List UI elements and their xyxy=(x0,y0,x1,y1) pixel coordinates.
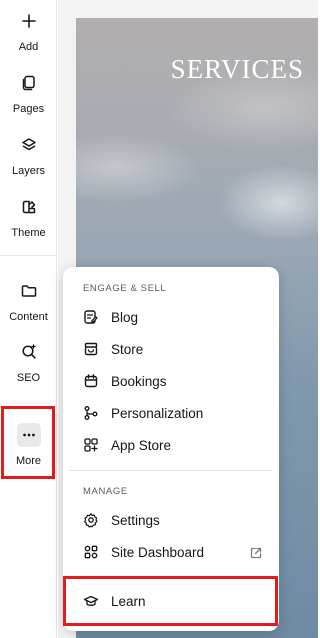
sidebar-item-label: Theme xyxy=(11,227,46,239)
app-store-icon xyxy=(83,437,99,453)
menu-item-settings[interactable]: Settings xyxy=(83,508,263,532)
menu-item-site-dashboard[interactable]: Site Dashboard xyxy=(83,540,263,564)
dashboard-icon xyxy=(83,544,99,560)
sidebar-item-content[interactable]: Content xyxy=(0,282,57,324)
sidebar-item-layers[interactable]: Layers xyxy=(0,136,57,178)
plus-icon xyxy=(20,12,38,35)
menu-divider xyxy=(69,470,272,471)
sidebar-item-seo[interactable]: SEO xyxy=(0,343,57,385)
gear-icon xyxy=(83,512,99,528)
section-title-engage-sell: ENGAGE & SELL xyxy=(83,283,167,294)
menu-item-label: App Store xyxy=(111,437,172,453)
pages-icon xyxy=(20,74,38,97)
sidebar-item-label: Pages xyxy=(12,103,45,115)
layers-icon xyxy=(20,136,38,159)
blog-icon xyxy=(83,309,99,325)
theme-icon xyxy=(20,198,38,221)
menu-item-label: Blog xyxy=(111,309,139,325)
menu-item-label: Bookings xyxy=(111,373,167,389)
store-icon xyxy=(83,341,99,357)
menu-item-label: Personalization xyxy=(111,405,204,421)
sidebar-item-label: SEO xyxy=(16,372,41,384)
sidebar-item-label: Layers xyxy=(11,165,46,177)
left-toolbar: Add Pages Layers Theme Content SEO More xyxy=(0,0,57,638)
menu-item-app-store[interactable]: App Store xyxy=(83,433,263,457)
more-highlight-box xyxy=(1,406,55,479)
seo-search-icon xyxy=(20,343,38,366)
external-link-icon[interactable] xyxy=(249,546,263,560)
section-title-manage: MANAGE xyxy=(83,486,128,497)
menu-item-blog[interactable]: Blog xyxy=(83,305,263,329)
menu-item-label: Settings xyxy=(111,512,160,528)
sidebar-item-add[interactable]: Add xyxy=(0,12,57,54)
sidebar-item-pages[interactable]: Pages xyxy=(0,74,57,116)
hero-title: SERVICES xyxy=(170,54,304,84)
learn-highlight-box xyxy=(63,576,278,626)
calendar-icon xyxy=(83,373,99,389)
sidebar-item-theme[interactable]: Theme xyxy=(0,198,57,240)
folder-icon xyxy=(20,282,38,305)
menu-item-personalization[interactable]: Personalization xyxy=(83,401,263,425)
menu-item-label: Site Dashboard xyxy=(111,544,205,560)
sidebar-item-label: Content xyxy=(9,311,48,323)
menu-item-label: Store xyxy=(111,341,144,357)
sidebar-item-label: Add xyxy=(18,41,39,53)
menu-item-store[interactable]: Store xyxy=(83,337,263,361)
menu-item-bookings[interactable]: Bookings xyxy=(83,369,263,393)
personalization-icon xyxy=(83,405,99,421)
sidebar-divider xyxy=(0,255,57,256)
